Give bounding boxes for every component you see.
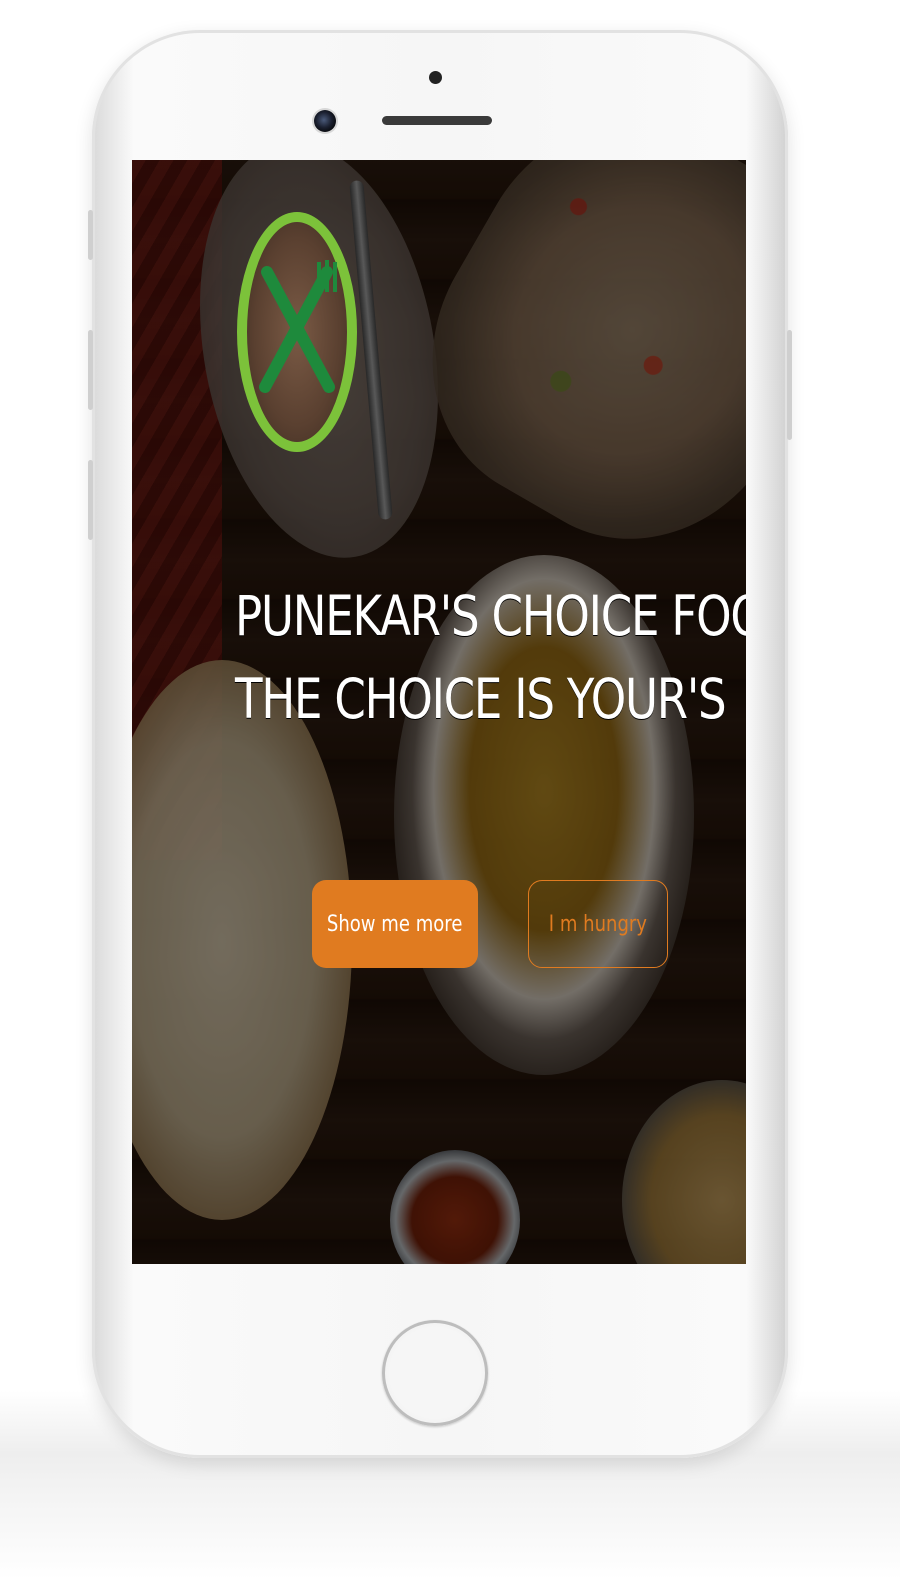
- app-screen: PUNEKAR'S CHOICE FOOD THE CHOICE IS YOUR…: [132, 160, 746, 1264]
- hero-line-2: THE CHOICE IS YOUR'S: [235, 667, 727, 731]
- volume-up-button: [88, 330, 93, 410]
- volume-down-button: [88, 460, 93, 540]
- hero-headline: PUNEKAR'S CHOICE FOOD THE CHOICE IS YOUR…: [235, 575, 746, 741]
- i-m-hungry-button[interactable]: I m hungry: [528, 880, 668, 968]
- brand-logo: [237, 212, 357, 452]
- earpiece-speaker: [382, 116, 492, 125]
- power-button: [787, 330, 792, 440]
- show-me-more-label: Show me more: [327, 911, 463, 937]
- mute-switch: [88, 210, 93, 260]
- home-button[interactable]: [382, 1320, 488, 1426]
- hero-line-1: PUNEKAR'S CHOICE FOOD: [235, 584, 746, 648]
- phone-frame: PUNEKAR'S CHOICE FOOD THE CHOICE IS YOUR…: [88, 30, 792, 1458]
- proximity-sensor: [429, 71, 442, 84]
- i-m-hungry-label: I m hungry: [548, 911, 648, 937]
- show-me-more-button[interactable]: Show me more: [312, 880, 478, 968]
- crossed-fork-knife-icon: [259, 260, 337, 393]
- front-camera-icon: [314, 110, 336, 132]
